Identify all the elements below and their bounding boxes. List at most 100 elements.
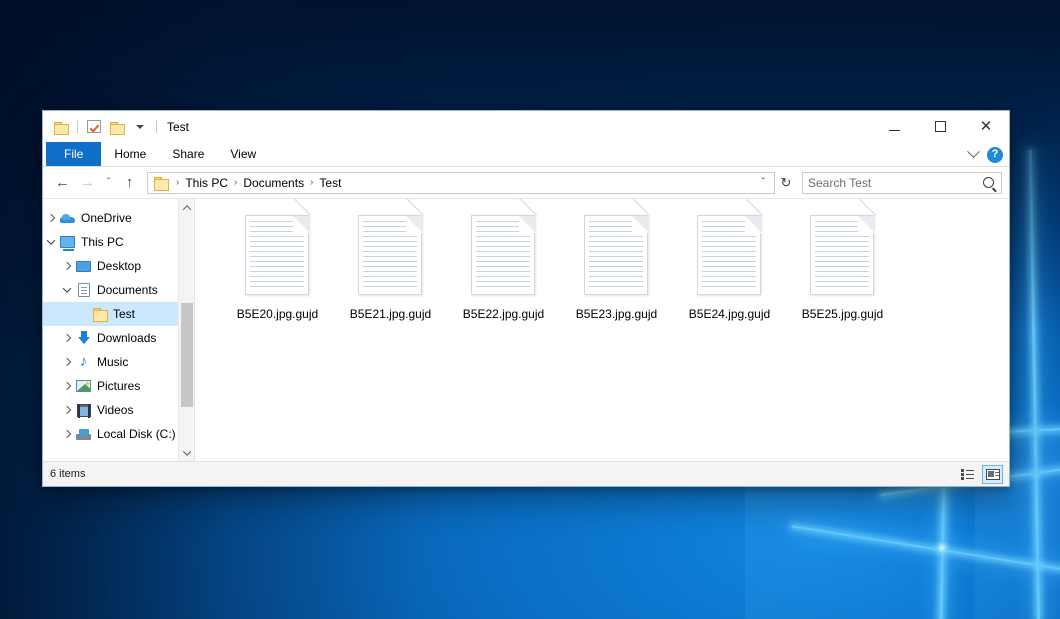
scrollbar-thumb[interactable] <box>181 303 193 407</box>
forward-button[interactable]: → <box>75 170 100 195</box>
sidebar-item-label: Test <box>113 307 135 321</box>
file-name-label: B5E21.jpg.gujd <box>350 307 431 322</box>
view-mode-buttons <box>957 462 1003 487</box>
file-item[interactable]: B5E23.jpg.gujd <box>560 213 673 322</box>
this-pc-icon <box>59 234 76 250</box>
sidebar-item-label: Desktop <box>97 259 141 273</box>
folder-icon[interactable] <box>51 117 71 137</box>
generic-document-icon <box>358 215 424 297</box>
tab-file[interactable]: File <box>46 142 101 166</box>
sidebar-item-documents[interactable]: Documents <box>43 278 194 302</box>
breadcrumb-item-documents[interactable]: Documents <box>240 176 307 190</box>
sidebar-item-label: Documents <box>97 283 158 297</box>
sidebar-item-downloads[interactable]: Downloads <box>43 326 194 350</box>
file-list-pane[interactable]: B5E20.jpg.gujd B5E21.jpg.gujd <box>195 199 1009 461</box>
large-icons-view-button[interactable] <box>982 465 1003 484</box>
generic-document-icon <box>810 215 876 297</box>
expander-closed-icon[interactable] <box>59 431 75 437</box>
desktop-background: Test ✕ File Home Share View ? ← → ˇ ↑ <box>0 0 1060 619</box>
tab-home[interactable]: Home <box>101 142 159 166</box>
sidebar-item-label: OneDrive <box>81 211 132 225</box>
address-bar: ← → ˇ ↑ › This PC › Documents › Test ˇ ↻… <box>43 167 1009 198</box>
expander-open-icon[interactable] <box>43 239 59 245</box>
close-icon: ✕ <box>980 119 993 134</box>
expander-closed-icon[interactable] <box>59 383 75 389</box>
sidebar-item-label: Pictures <box>97 379 140 393</box>
file-name-label: B5E20.jpg.gujd <box>237 307 318 322</box>
status-bar: 6 items <box>43 461 1009 486</box>
navigation-pane: OneDrive This PC Desktop <box>43 199 195 461</box>
search-input[interactable]: Search Test <box>808 176 983 190</box>
pictures-icon <box>75 378 92 394</box>
sidebar-item-onedrive[interactable]: OneDrive <box>43 206 194 230</box>
scroll-up-icon[interactable] <box>179 199 195 216</box>
file-item[interactable]: B5E25.jpg.gujd <box>786 213 899 322</box>
help-icon[interactable]: ? <box>987 147 1003 163</box>
address-dropdown-chevron-down-icon[interactable]: ˇ <box>757 177 770 188</box>
search-icon <box>983 177 994 188</box>
up-button[interactable]: ↑ <box>117 170 142 195</box>
file-explorer-window: Test ✕ File Home Share View ? ← → ˇ ↑ <box>42 110 1010 487</box>
expander-open-icon[interactable] <box>59 287 75 293</box>
file-item[interactable]: B5E21.jpg.gujd <box>334 213 447 322</box>
sidebar-item-music[interactable]: ♪ Music <box>43 350 194 374</box>
breadcrumb-separator-2: › <box>307 177 316 188</box>
sidebar-item-this-pc[interactable]: This PC <box>43 230 194 254</box>
qat-divider-1 <box>77 120 78 133</box>
ribbon-tab-bar: File Home Share View ? <box>43 142 1009 167</box>
expand-ribbon-chevron-down-icon[interactable] <box>967 145 980 158</box>
desktop-icon <box>75 258 92 274</box>
breadcrumb-separator-1: › <box>231 177 240 188</box>
expander-closed-icon[interactable] <box>59 335 75 341</box>
tab-view[interactable]: View <box>217 142 269 166</box>
scroll-down-icon[interactable] <box>179 444 195 461</box>
qat-divider-2 <box>156 120 157 133</box>
maximize-button[interactable] <box>917 111 963 142</box>
file-name-label: B5E24.jpg.gujd <box>689 307 770 322</box>
recent-locations-button[interactable]: ˇ <box>100 170 117 195</box>
tab-share[interactable]: Share <box>159 142 217 166</box>
breadcrumb-item-test[interactable]: Test <box>316 176 344 190</box>
sidebar-item-videos[interactable]: Videos <box>43 398 194 422</box>
generic-document-icon <box>471 215 537 297</box>
sidebar-item-test[interactable]: Test <box>43 302 194 326</box>
window-body: OneDrive This PC Desktop <box>43 198 1009 461</box>
back-button[interactable]: ← <box>50 170 75 195</box>
sidebar-item-label: Videos <box>97 403 133 417</box>
navigation-tree: OneDrive This PC Desktop <box>43 199 194 446</box>
refresh-icon[interactable]: ↻ <box>775 170 797 195</box>
properties-icon[interactable] <box>84 117 104 137</box>
sidebar-item-pictures[interactable]: Pictures <box>43 374 194 398</box>
details-view-button[interactable] <box>957 465 978 484</box>
expander-closed-icon[interactable] <box>59 359 75 365</box>
file-grid: B5E20.jpg.gujd B5E21.jpg.gujd <box>221 213 1009 322</box>
ribbon-right-controls: ? <box>969 142 1003 167</box>
file-item[interactable]: B5E20.jpg.gujd <box>221 213 334 322</box>
sidebar-item-local-disk-c[interactable]: Local Disk (C:) <box>43 422 194 446</box>
onedrive-icon <box>59 210 76 226</box>
minimize-button[interactable] <box>871 111 917 142</box>
file-item[interactable]: B5E22.jpg.gujd <box>447 213 560 322</box>
sidebar-item-label: Downloads <box>97 331 156 345</box>
window-controls: ✕ <box>871 111 1009 142</box>
breadcrumb-separator-0: › <box>173 177 182 188</box>
expander-closed-icon[interactable] <box>59 263 75 269</box>
generic-document-icon <box>584 215 650 297</box>
wallpaper-glow-node <box>934 540 950 556</box>
expander-closed-icon[interactable] <box>59 407 75 413</box>
close-button[interactable]: ✕ <box>963 111 1009 142</box>
customize-caret-icon[interactable] <box>130 117 150 137</box>
breadcrumb[interactable]: › This PC › Documents › Test ˇ <box>147 172 775 194</box>
generic-document-icon <box>245 215 311 297</box>
search-box[interactable]: Search Test <box>802 172 1002 194</box>
breadcrumb-item-this-pc[interactable]: This PC <box>182 176 231 190</box>
expander-closed-icon[interactable] <box>43 215 59 221</box>
window-title: Test <box>167 120 189 134</box>
sidebar-item-desktop[interactable]: Desktop <box>43 254 194 278</box>
sidebar-item-label: This PC <box>81 235 124 249</box>
generic-document-icon <box>697 215 763 297</box>
file-item[interactable]: B5E24.jpg.gujd <box>673 213 786 322</box>
new-folder-icon[interactable] <box>107 117 127 137</box>
file-name-label: B5E23.jpg.gujd <box>576 307 657 322</box>
sidebar-scrollbar[interactable] <box>178 199 194 461</box>
